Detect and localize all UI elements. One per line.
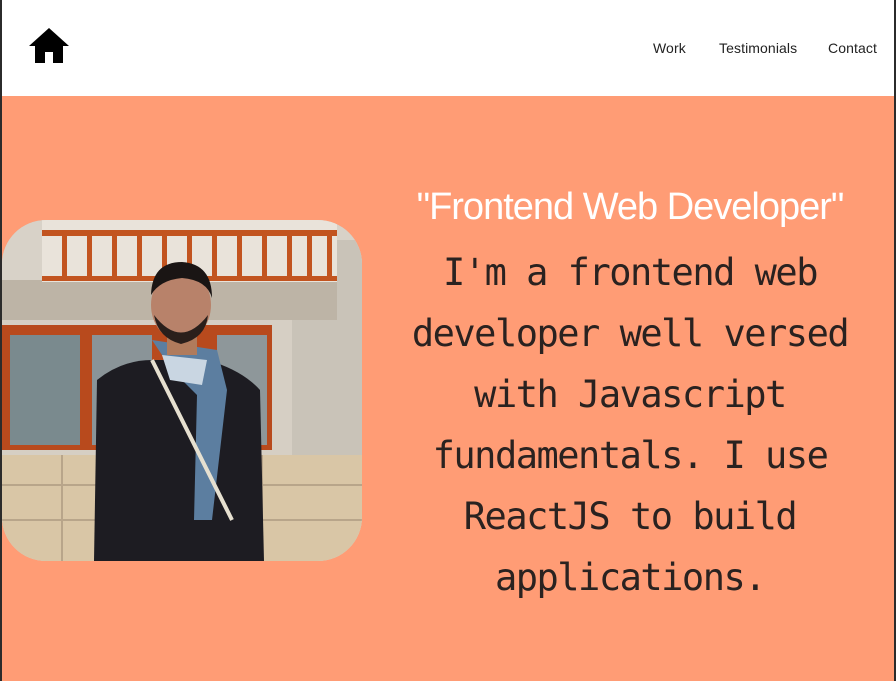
page-frame: Work Testimonials Contact "Frontend Web … (0, 0, 896, 681)
navbar: Work Testimonials Contact (2, 0, 894, 96)
hero-section: "Frontend Web Developer" I'm a frontend … (2, 96, 894, 681)
hero-bio: I'm a frontend web developer well versed… (411, 251, 850, 599)
nav-link-testimonials[interactable]: Testimonials (719, 40, 797, 56)
nav-link-work[interactable]: Work (653, 40, 686, 56)
profile-photo (2, 220, 362, 561)
nav-link-contact[interactable]: Contact (828, 40, 877, 56)
home-icon (29, 28, 69, 63)
home-link[interactable] (28, 26, 70, 66)
hero-tagline: "Frontend Web Developer" (416, 186, 845, 228)
